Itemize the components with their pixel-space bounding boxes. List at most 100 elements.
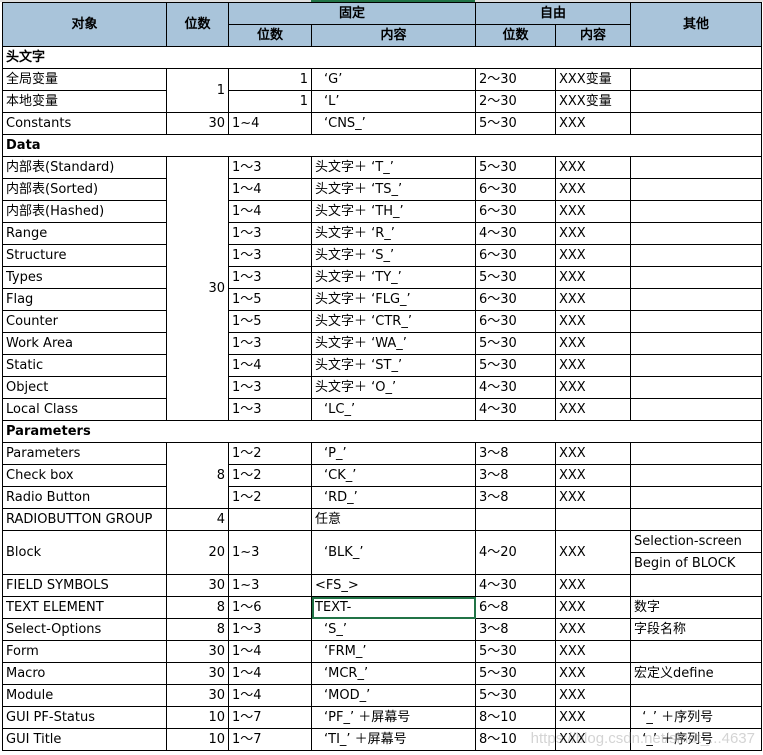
other-cell[interactable]: [630, 310, 762, 333]
length-cell[interactable]: 10: [166, 728, 229, 751]
length-cell[interactable]: 30: [166, 574, 229, 597]
fixed-content-cell[interactable]: 头文字＋ ‘TS_’: [311, 178, 476, 201]
other-cell[interactable]: [630, 112, 762, 135]
other-cell[interactable]: [630, 90, 762, 113]
free-content-cell[interactable]: [555, 508, 631, 531]
free-content-cell[interactable]: XXX: [555, 442, 631, 465]
object-cell[interactable]: Structure: [2, 244, 167, 267]
fixed-content-cell[interactable]: ‘MCR_’: [311, 662, 476, 685]
other-cell[interactable]: [630, 200, 762, 223]
fixed-content-cell[interactable]: ‘TI_’ ＋屏幕号: [311, 728, 476, 751]
free-length-cell[interactable]: 5～30: [475, 266, 556, 289]
free-content-cell[interactable]: XXX: [555, 332, 631, 355]
free-content-cell[interactable]: XXX: [555, 464, 631, 487]
free-length-cell[interactable]: 4～20: [475, 530, 556, 575]
length-cell[interactable]: 8: [166, 442, 229, 509]
free-content-cell[interactable]: XXX: [555, 486, 631, 509]
object-cell[interactable]: 内部表(Hashed): [2, 200, 167, 223]
fixed-length-cell[interactable]: 1～3: [228, 244, 312, 267]
object-cell[interactable]: Static: [2, 354, 167, 377]
other-cell[interactable]: [630, 486, 762, 509]
fixed-content-cell[interactable]: 头文字＋ ‘R_’: [311, 222, 476, 245]
fixed-content-cell[interactable]: ‘CK_’: [311, 464, 476, 487]
fixed-length-cell[interactable]: 1～7: [228, 706, 312, 729]
length-cell[interactable]: 30: [166, 640, 229, 663]
length-cell[interactable]: 30: [166, 112, 229, 135]
length-cell[interactable]: 8: [166, 618, 229, 641]
fixed-content-cell[interactable]: ‘MOD_’: [311, 684, 476, 707]
object-cell[interactable]: 内部表(Standard): [2, 156, 167, 179]
object-cell[interactable]: Counter: [2, 310, 167, 333]
object-cell[interactable]: Constants: [2, 112, 167, 135]
free-length-cell[interactable]: 3～8: [475, 464, 556, 487]
other-cell[interactable]: 数字: [630, 596, 762, 619]
fixed-length-cell[interactable]: 1～2: [228, 486, 312, 509]
fixed-length-cell[interactable]: 1～4: [228, 178, 312, 201]
other-cell[interactable]: [630, 464, 762, 487]
free-length-cell[interactable]: 3～8: [475, 442, 556, 465]
free-length-cell[interactable]: 3～8: [475, 618, 556, 641]
other-cell[interactable]: [630, 266, 762, 289]
object-cell[interactable]: FIELD SYMBOLS: [2, 574, 167, 597]
other-cell[interactable]: [630, 332, 762, 355]
fixed-length-cell[interactable]: 1～3: [228, 398, 312, 421]
free-length-cell[interactable]: 4～30: [475, 398, 556, 421]
object-cell[interactable]: Module: [2, 684, 167, 707]
free-content-cell[interactable]: XXX: [555, 706, 631, 729]
fixed-length-cell[interactable]: 1: [228, 90, 312, 113]
free-content-cell[interactable]: XXX: [555, 618, 631, 641]
fixed-length-cell[interactable]: 1～3: [228, 222, 312, 245]
length-cell[interactable]: 30: [166, 662, 229, 685]
free-length-cell[interactable]: 5～30: [475, 112, 556, 135]
object-cell[interactable]: Range: [2, 222, 167, 245]
fixed-content-cell[interactable]: ‘S_’: [311, 618, 476, 641]
object-cell[interactable]: GUI Title: [2, 728, 167, 751]
section-label[interactable]: Parameters: [2, 420, 762, 443]
object-cell[interactable]: 本地变量: [2, 90, 167, 113]
free-content-cell[interactable]: XXX: [555, 178, 631, 201]
object-cell[interactable]: Work Area: [2, 332, 167, 355]
section-label[interactable]: Data: [2, 134, 762, 157]
length-cell[interactable]: 30: [166, 684, 229, 707]
free-content-cell[interactable]: XXX: [555, 640, 631, 663]
other-cell[interactable]: [630, 442, 762, 465]
object-cell[interactable]: 全局变量: [2, 68, 167, 91]
free-length-cell[interactable]: 5～30: [475, 354, 556, 377]
length-cell[interactable]: 8: [166, 596, 229, 619]
free-length-cell[interactable]: 2～30: [475, 90, 556, 113]
fixed-length-cell[interactable]: 1～3: [228, 618, 312, 641]
fixed-length-cell[interactable]: 1～5: [228, 310, 312, 333]
free-content-cell[interactable]: XXX: [555, 266, 631, 289]
free-content-cell[interactable]: XXX: [555, 376, 631, 399]
free-content-cell[interactable]: XXX变量: [555, 90, 631, 113]
fixed-content-cell[interactable]: 任意: [311, 508, 476, 531]
object-cell[interactable]: GUI PF-Status: [2, 706, 167, 729]
fixed-length-cell[interactable]: 1～3: [228, 266, 312, 289]
fixed-content-cell[interactable]: ‘CNS_’: [311, 112, 476, 135]
fixed-length-cell[interactable]: 1～4: [228, 684, 312, 707]
fixed-content-cell[interactable]: 头文字＋ ‘TY_’: [311, 266, 476, 289]
free-content-cell[interactable]: XXX: [555, 310, 631, 333]
free-length-cell[interactable]: 5～30: [475, 684, 556, 707]
fixed-length-cell[interactable]: 1～2: [228, 442, 312, 465]
other-cell[interactable]: Selection-screen Begin of BLOCK: [630, 530, 762, 575]
object-cell[interactable]: 内部表(Sorted): [2, 178, 167, 201]
other-cell[interactable]: [630, 574, 762, 597]
fixed-length-cell[interactable]: 1～4: [228, 354, 312, 377]
fixed-length-cell[interactable]: 1～3: [228, 376, 312, 399]
fixed-length-cell[interactable]: 1～4: [228, 662, 312, 685]
free-length-cell[interactable]: 5～30: [475, 332, 556, 355]
free-length-cell[interactable]: 4～30: [475, 376, 556, 399]
fixed-length-cell[interactable]: 1～7: [228, 728, 312, 751]
free-content-cell[interactable]: XXX: [555, 354, 631, 377]
fixed-length-cell[interactable]: 1: [228, 68, 312, 91]
fixed-content-cell[interactable]: ‘BLK_’: [311, 530, 476, 575]
fixed-content-cell[interactable]: 头文字＋ ‘WA_’: [311, 332, 476, 355]
fixed-length-cell[interactable]: 1～2: [228, 464, 312, 487]
fixed-length-cell[interactable]: 1～4: [228, 640, 312, 663]
free-content-cell[interactable]: XXX: [555, 684, 631, 707]
other-cell[interactable]: [630, 156, 762, 179]
other-cell[interactable]: [630, 68, 762, 91]
other-cell[interactable]: [630, 178, 762, 201]
fixed-content-cell[interactable]: 头文字＋ ‘CTR_’: [311, 310, 476, 333]
